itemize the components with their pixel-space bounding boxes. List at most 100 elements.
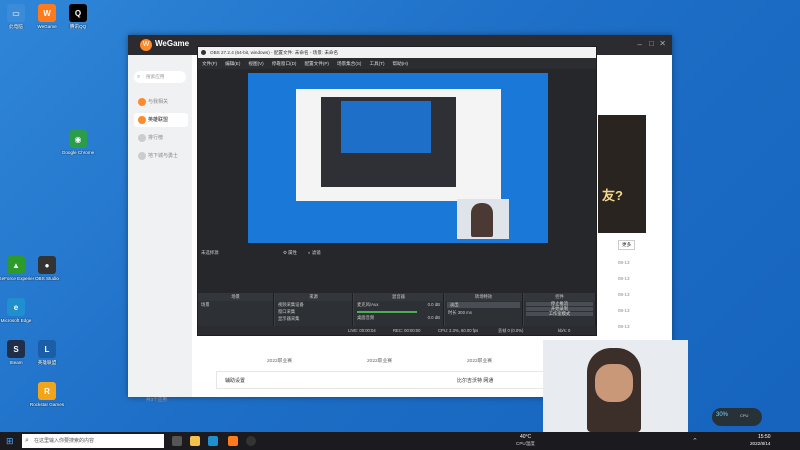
desktop-icon-label: Microsoft Edge	[0, 318, 32, 323]
windows-start-icon[interactable]: ⊞	[6, 436, 14, 447]
source-item[interactable]: 视频采集设备	[275, 301, 352, 308]
source-item[interactable]: 窗口采集	[275, 308, 352, 315]
app-icon: L	[38, 340, 56, 358]
duration-label: 时长	[448, 310, 457, 315]
properties-label: 属性	[288, 250, 297, 255]
related-icon	[138, 98, 146, 106]
promo-banner[interactable]: 友?	[598, 115, 646, 233]
menu-item[interactable]: 工具(T)	[369, 61, 384, 66]
volume-meter	[357, 311, 417, 313]
nested-window	[296, 89, 501, 201]
search-placeholder: 在这里输入你要搜索的内容	[34, 438, 95, 444]
obs-preview[interactable]: 未选择源 ⚙ 属性 ◐ 滤镜	[198, 69, 596, 293]
assist-link[interactable]: 辅助设置	[225, 377, 245, 384]
studio-mode-button[interactable]: 工作室模式	[526, 311, 593, 316]
obs-logo-icon	[201, 50, 206, 55]
desktop-icon[interactable]: Q 腾讯QQ	[60, 4, 96, 29]
transitions-title: 转场特效	[445, 293, 522, 301]
menu-item[interactable]: 视图(V)	[248, 61, 263, 66]
rec-status: REC: 00:00:00	[393, 328, 421, 333]
filters-button[interactable]: ◐ 滤镜	[308, 250, 321, 256]
menu-item[interactable]: 帮助(H)	[393, 61, 409, 66]
temp-label: CPU温度	[516, 441, 535, 446]
obs-window[interactable]: OBS 27.2.4 (64-bit, windows) - 配置文件: 未命名…	[197, 46, 597, 336]
controls-title: 控件	[524, 293, 595, 301]
cpu-widget-label: CPU	[740, 413, 749, 418]
cpu-widget[interactable]: 30% CPU	[712, 408, 762, 426]
nav-dnf[interactable]: 地下城与勇士	[134, 149, 188, 163]
app-icon: ▲	[7, 256, 25, 274]
server-label[interactable]: 比尔吉沃特 网通	[457, 377, 493, 384]
menu-item[interactable]: 场景集合(S)	[337, 61, 362, 66]
dropped-status: 丢帧 0 (0.0%)	[498, 328, 524, 333]
nav-label: 英雄联盟	[148, 117, 169, 123]
nav-rank[interactable]: 排行榜	[134, 131, 188, 145]
search-input[interactable]: ⌕ 搜索应用	[134, 71, 186, 83]
live-status: LIVE: 00:00:04	[348, 328, 376, 333]
desktop-icon[interactable]: ● OBS Studio	[29, 256, 65, 281]
desktop-icon-label: 英雄联盟	[37, 360, 57, 365]
webcam-overlay	[457, 199, 509, 239]
desktop-icon[interactable]: ◉ Google Chrome	[60, 130, 96, 155]
wegame-taskbar-icon[interactable]	[228, 436, 238, 446]
obs-statusbar: LIVE: 00:00:04 REC: 00:00:00 CPU: 2.3%, …	[198, 326, 596, 335]
cpu-widget-value: 30%	[716, 412, 729, 418]
nav-related[interactable]: 与我相关	[134, 95, 188, 109]
nested-obs	[321, 97, 456, 187]
desktop-icon[interactable]: L 英雄联盟	[29, 340, 65, 365]
match-item[interactable]: 2022职业赛	[467, 357, 492, 364]
obs-title: OBS 27.2.4 (64-bit, windows) - 配置文件: 未命名…	[210, 50, 339, 55]
mixer-title: 混音器	[354, 293, 443, 301]
nested-preview	[341, 101, 431, 153]
edge-icon[interactable]	[208, 436, 218, 446]
app-icon: R	[38, 382, 56, 400]
list-date: 08-13	[618, 324, 630, 329]
source-item[interactable]: 显示器采集	[275, 315, 352, 322]
duration-row: 时长 300 ms	[445, 309, 522, 316]
channel-level: 0.0 dB	[427, 302, 440, 307]
temp-value: 40°C	[520, 434, 532, 440]
menu-item[interactable]: 配置文件(P)	[304, 61, 329, 66]
dnf-icon	[138, 152, 146, 160]
clock-time[interactable]: 15:50	[758, 434, 771, 440]
app-icon: e	[7, 298, 25, 316]
app-icon: ▭	[7, 4, 25, 22]
taskbar-search-input[interactable]: ⌕ 在这里输入你要搜索的内容	[22, 434, 164, 448]
duration-value[interactable]: 300 ms	[458, 310, 472, 315]
nav-label: 与我相关	[148, 99, 169, 105]
file-explorer-icon[interactable]	[190, 436, 200, 446]
match-item[interactable]: 2022职业赛	[367, 357, 392, 364]
scene-item[interactable]: 场景	[198, 301, 273, 308]
menu-item[interactable]: 停靠窗口(D)	[272, 61, 297, 66]
lol-icon	[138, 116, 146, 124]
wegame-sidebar: ⌕ 搜索应用 与我相关 英雄联盟 排行榜 地下城与勇士 共3个应用	[128, 55, 192, 402]
match-item[interactable]: 2022职业赛	[267, 357, 292, 364]
nav-lol[interactable]: 英雄联盟	[134, 113, 188, 127]
list-date: 08-13	[618, 260, 630, 265]
desktop-icon[interactable]: e Microsoft Edge	[0, 298, 34, 323]
menu-item[interactable]: 文件(F)	[202, 61, 217, 66]
transition-select[interactable]: 淡出	[447, 302, 520, 308]
more-button[interactable]: 更多	[618, 240, 636, 250]
minimize-icon[interactable]: –	[638, 40, 642, 49]
close-icon[interactable]: ✕	[659, 39, 666, 48]
cpu-status: CPU: 2.3%, 60.00 fps	[438, 328, 479, 333]
desktop-icon-label: 腾讯QQ	[69, 24, 87, 29]
app-icon: ◉	[69, 130, 87, 148]
task-view-icon[interactable]	[172, 436, 182, 446]
list-date: 08-13	[618, 276, 630, 281]
obs-taskbar-icon[interactable]	[246, 436, 256, 446]
desktop-icon-label: OBS Studio	[34, 276, 59, 281]
promo-text: 友?	[602, 188, 623, 203]
app-icon: ●	[38, 256, 56, 274]
menu-item[interactable]: 编辑(E)	[225, 61, 240, 66]
maximize-icon[interactable]: □	[649, 39, 654, 48]
kbps-status: kb/s: 0	[558, 328, 571, 333]
desktop-icon[interactable]: R Rockstar Games	[29, 382, 65, 407]
clock-date[interactable]: 2022/8/14	[750, 441, 770, 446]
search-icon: ⌕	[137, 74, 141, 80]
properties-button[interactable]: ⚙ 属性	[283, 250, 297, 256]
system-tray-icon[interactable]: ⌃	[692, 437, 698, 445]
list-date: 08-13	[618, 292, 630, 297]
wegame-logo-icon: W	[140, 39, 152, 51]
